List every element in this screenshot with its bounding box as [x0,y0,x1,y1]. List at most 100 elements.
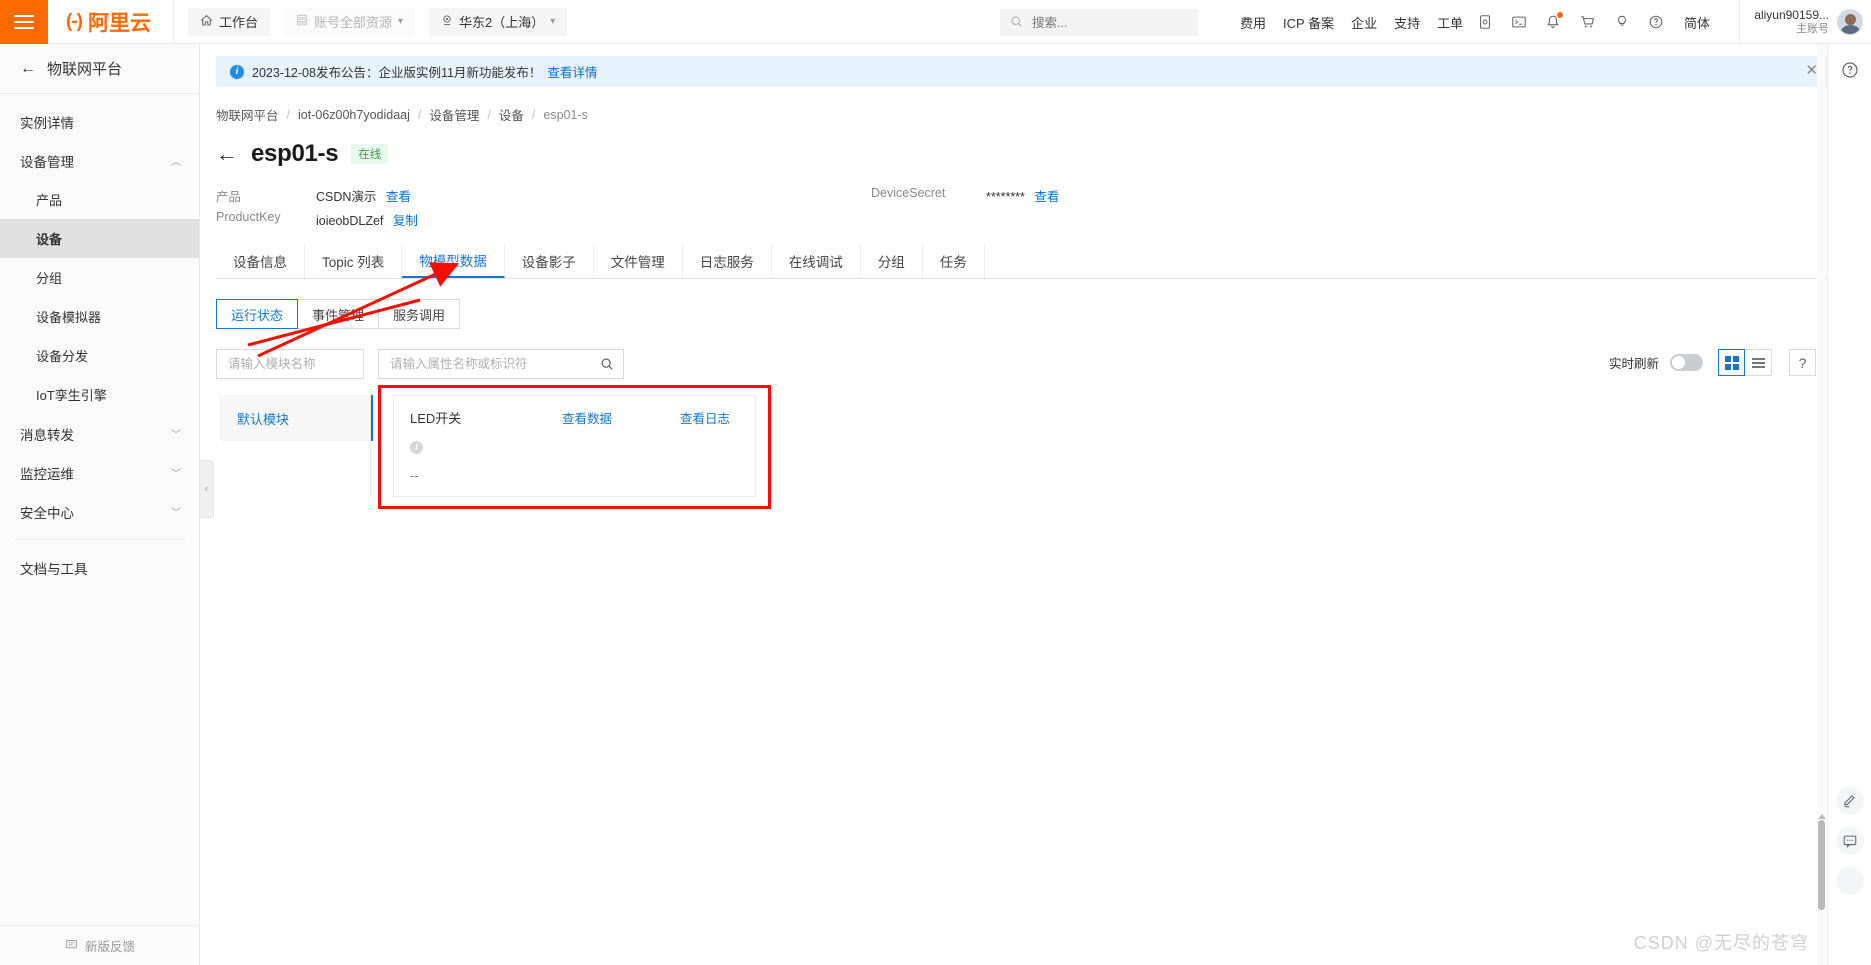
tab-device-shadow[interactable]: 设备影子 [505,244,594,278]
devicesecret-view-link[interactable]: 查看 [1034,190,1059,204]
sidebar-item-device-distribution[interactable]: 设备分发 [0,336,199,375]
search-icon[interactable] [600,357,614,371]
sidebar-item-instance-detail[interactable]: 实例详情 [0,102,199,141]
property-search-box[interactable] [378,349,624,379]
scroll-up-arrow-icon[interactable] [1818,814,1826,819]
subtab-event-management[interactable]: 事件管理 [298,299,380,329]
breadcrumb-item-1[interactable]: iot-06z00h7yodidaaj [298,108,410,122]
sidebar-collapse-handle[interactable]: ‹ [200,460,214,518]
view-log-link[interactable]: 查看日志 [680,408,730,427]
feedback-label: 新版反馈 [84,940,135,954]
thing-model-content: 默认模块 LED开关 查看数据 查看日志 i -- [216,385,1871,509]
global-search-box[interactable] [1000,9,1198,36]
avatar[interactable] [1837,9,1863,35]
new-version-feedback-button[interactable]: 新版反馈 [0,925,200,965]
page-back-arrow-icon[interactable]: ← [216,143,238,165]
subtab-service-invocation[interactable]: 服务调用 [379,299,461,329]
global-search-input[interactable] [1030,14,1180,31]
realtime-refresh-toggle[interactable] [1670,354,1703,371]
list-view-button[interactable] [1745,349,1772,376]
product-view-link[interactable]: 查看 [386,190,411,204]
view-data-link[interactable]: 查看数据 [562,408,680,427]
announcement-text: 2023-12-08发布公告：企业版实例11月新功能发布！ [252,66,542,80]
tips-bulb-icon[interactable] [1614,14,1630,30]
mobile-app-icon[interactable] [1477,14,1493,30]
property-card[interactable]: LED开关 查看数据 查看日志 i -- [393,395,756,497]
rail-chat-icon[interactable] [1836,827,1864,855]
module-item-default[interactable]: 默认模块 [216,395,370,441]
tab-device-info[interactable]: 设备信息 [216,244,305,278]
info-icon[interactable]: i [410,441,423,454]
help-circle-icon[interactable] [1648,14,1664,30]
all-resources-dropdown[interactable]: 账号全部资源 ▾ [284,7,416,36]
productkey-copy-link[interactable]: 复制 [393,214,418,228]
top-link-fees[interactable]: 费用 [1240,13,1266,32]
view-controls: 实时刷新 ? [1609,349,1816,376]
breadcrumb-item-0[interactable]: 物联网平台 [216,105,279,124]
breadcrumb-item-3[interactable]: 设备 [499,105,524,124]
top-link-support[interactable]: 支持 [1394,13,1420,32]
module-search-input[interactable] [226,356,391,372]
sidebar-back-header[interactable]: ← 物联网平台 [0,44,199,94]
workbench-button[interactable]: 工作台 [187,7,270,36]
tab-file-management[interactable]: 文件管理 [594,244,683,278]
rail-extra-icon[interactable] [1836,867,1864,895]
notifications-icon[interactable] [1545,12,1563,30]
sidebar-item-docs-and-tools[interactable]: 文档与工具 [0,548,199,587]
sidebar-group-device-management[interactable]: 设备管理 ︿ [0,141,199,180]
tab-tasks[interactable]: 任务 [923,244,985,278]
menu-toggle-button[interactable] [0,0,48,44]
sidebar-item-groups[interactable]: 分组 [0,258,199,297]
cart-icon[interactable] [1579,14,1596,30]
aliyun-logo-mark: (-) [66,10,83,32]
cloud-shell-icon[interactable] [1511,14,1527,30]
chevron-down-icon: ﹀ [171,469,181,480]
app-root: (-) 阿里云 工作台 账号全部资源 ▾ 华东2（上海） ▾ 搜索... 费用 … [0,0,1871,965]
tab-thing-model-data[interactable]: 物模型数据 [402,244,505,278]
aliyun-logo[interactable]: (-) 阿里云 [48,0,174,44]
rail-help-icon[interactable] [1836,56,1864,84]
subtab-running-status[interactable]: 运行状态 [216,299,299,329]
top-link-icp[interactable]: ICP 备案 [1283,13,1334,32]
avatar-head [1845,14,1856,25]
announcement-link[interactable]: 查看详情 [547,62,597,81]
breadcrumb-item-2[interactable]: 设备管理 [429,105,479,124]
tab-label: 物模型数据 [419,254,487,269]
property-search-input[interactable] [388,356,594,372]
property-card-header: LED开关 查看数据 查看日志 [410,408,739,427]
breadcrumb-separator: / [487,107,491,122]
help-button[interactable]: ? [1789,349,1816,376]
watermark: CSDN @无尽的苍穹 [1633,933,1809,953]
grid-view-button[interactable] [1718,349,1745,376]
home-icon [200,14,213,30]
region-selector[interactable]: 华东2（上海） ▾ [429,7,568,36]
sidebar-group-monitoring[interactable]: 监控运维 ﹀ [0,453,199,492]
tab-log-service[interactable]: 日志服务 [683,244,772,278]
product-value-wrap: CSDN演示 查看 [316,186,411,205]
top-link-enterprise[interactable]: 企业 [1351,13,1377,32]
module-search-box[interactable] [216,349,409,379]
sidebar-item-label: 产品 [36,193,63,208]
back-arrow-icon[interactable]: ← [20,60,36,78]
sidebar-item-devices[interactable]: 设备 [0,219,199,258]
sidebar-group-message-forwarding[interactable]: 消息转发 ﹀ [0,414,199,453]
user-account-menu[interactable]: aliyun90159... 主账号 [1739,0,1863,44]
rail-bottom-group [1828,775,1871,905]
subtab-label: 事件管理 [312,307,365,323]
top-link-ticket[interactable]: 工单 [1437,13,1463,32]
productkey-value: ioieobDLZef [316,214,384,228]
tab-topic-list[interactable]: Topic 列表 [305,244,403,278]
sidebar-item-device-simulator[interactable]: 设备模拟器 [0,297,199,336]
sidebar-group-security-center[interactable]: 安全中心 ﹀ [0,492,199,531]
rail-edit-pencil-icon[interactable] [1836,787,1864,815]
sidebar-item-iot-twin-engine[interactable]: IoT孪生引擎 [0,375,199,414]
sidebar-item-products[interactable]: 产品 [0,180,199,219]
all-resources-label: 账号全部资源 [314,15,393,30]
filter-row: 实时刷新 ? [216,349,1871,379]
tab-groups[interactable]: 分组 [861,244,923,278]
language-switch[interactable]: 简体 [1684,13,1710,32]
tab-online-debug[interactable]: 在线调试 [772,244,861,278]
scrollbar-thumb[interactable] [1818,820,1825,910]
page-scrollbar[interactable] [1817,44,1826,965]
tab-label: 设备影子 [521,255,576,270]
